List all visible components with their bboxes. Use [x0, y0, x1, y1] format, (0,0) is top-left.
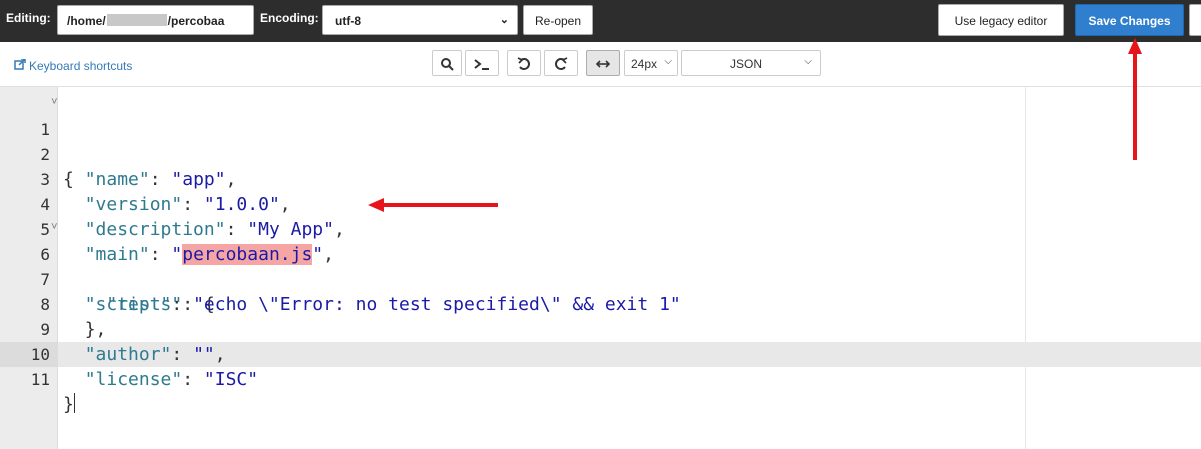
fold-arrow-icon[interactable]: ˅	[51, 89, 58, 114]
mode-value: JSON	[730, 57, 763, 71]
external-link-icon	[14, 58, 26, 73]
redo-button[interactable]	[544, 50, 578, 76]
json-key: "license"	[84, 369, 183, 390]
code-line[interactable]: 8 },	[0, 267, 1201, 340]
redo-icon	[555, 57, 568, 70]
file-path-field[interactable]: /home/ /percobaa	[57, 5, 254, 35]
terminal-button[interactable]	[465, 50, 499, 76]
chevron-down-icon: ⌵	[804, 56, 812, 67]
search-icon	[441, 58, 454, 71]
use-legacy-editor-button[interactable]: Use legacy editor	[938, 4, 1064, 36]
editor-toolbar: Keyboard shortcuts 24px ⌵ JSON ⌵	[0, 42, 1201, 87]
code-line[interactable]: 9 "author": "",	[0, 292, 1201, 365]
close-button-partial[interactable]	[1189, 4, 1201, 36]
code-text: }	[63, 392, 75, 417]
json-string: "ISC"	[203, 369, 259, 390]
search-button[interactable]	[432, 50, 462, 76]
line-number: 11	[30, 370, 50, 389]
encoding-select[interactable]: utf-8 ⌄	[322, 5, 518, 35]
font-size-value: 24px	[631, 57, 658, 71]
chevron-down-icon: ⌄	[499, 14, 509, 26]
code-line[interactable]: 10 "license": "ISC"	[0, 317, 1201, 390]
terminal-icon	[474, 59, 489, 70]
redacted-path-segment	[106, 14, 167, 26]
reopen-button[interactable]: Re-open	[523, 5, 593, 35]
code-line[interactable]: 4 "description": "My App",	[0, 167, 1201, 240]
wrap-toggle-button[interactable]	[586, 50, 620, 76]
text-cursor	[73, 393, 75, 413]
wrap-icon	[595, 60, 611, 68]
keyboard-shortcuts-link[interactable]: Keyboard shortcuts	[14, 58, 133, 73]
encoding-value: utf-8	[335, 14, 361, 28]
editor-topbar: Editing: /home/ /percobaa Encoding: utf-8…	[0, 0, 1201, 42]
undo-button[interactable]	[507, 50, 541, 76]
brace: }	[63, 394, 74, 415]
code-line[interactable]: 6 ˅ "scripts": {	[0, 214, 1201, 315]
code-text: "license": "ISC"	[84, 369, 259, 390]
keyboard-shortcuts-label: Keyboard shortcuts	[29, 59, 133, 73]
mode-select[interactable]: JSON ⌵	[681, 50, 821, 76]
code-line[interactable]: 3 "version": "1.0.0",	[0, 142, 1201, 215]
encoding-label: Encoding:	[260, 11, 319, 25]
font-size-select[interactable]: 24px ⌵	[624, 50, 678, 76]
chevron-down-icon: ⌵	[664, 56, 672, 67]
path-suffix: /percobaa	[167, 14, 225, 28]
undo-icon	[517, 57, 530, 70]
code-line[interactable]: 7 "test": "echo \"Error: no test specifi…	[0, 242, 1201, 315]
code-line[interactable]: 2 "name": "app",	[0, 117, 1201, 190]
code-line[interactable]: 1 ˅ {	[0, 89, 1201, 190]
code-line[interactable]: 5 "main": "percobaan.js",	[0, 192, 1201, 265]
fold-arrow-icon[interactable]: ˅	[51, 214, 58, 239]
code-line[interactable]: 11 }	[0, 342, 1201, 415]
code-editor[interactable]: 1 ˅ { 2 "name": "app", 3 "version": "1.0…	[0, 87, 1201, 449]
path-prefix: /home/	[67, 14, 106, 28]
editing-label: Editing:	[6, 11, 51, 25]
save-changes-button[interactable]: Save Changes	[1075, 4, 1184, 36]
